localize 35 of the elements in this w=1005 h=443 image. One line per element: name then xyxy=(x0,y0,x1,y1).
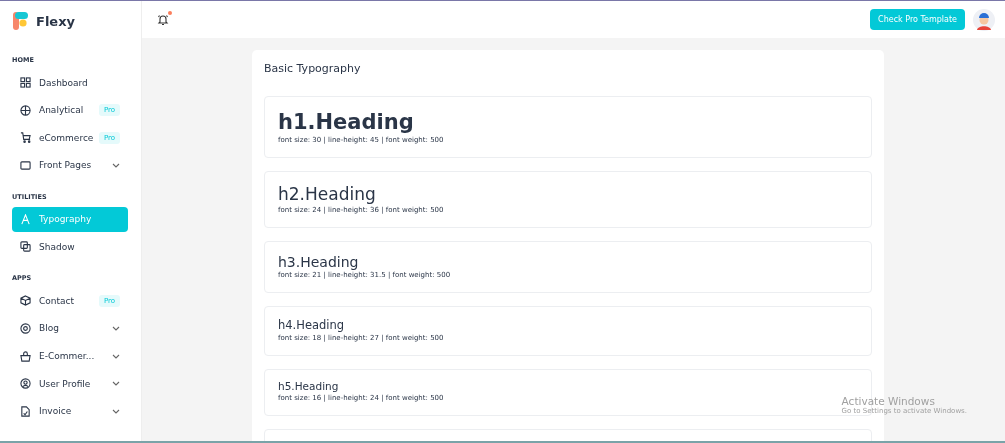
nav-item[interactable]: E-Commer... xyxy=(12,343,128,369)
chevron-down-icon xyxy=(112,353,120,359)
avatar[interactable] xyxy=(973,8,995,31)
nav-item[interactable]: Blog xyxy=(12,315,128,341)
nav-item[interactable]: Dashboard xyxy=(12,70,128,95)
nav-icon xyxy=(20,405,31,417)
brand-name: Flexy xyxy=(36,13,75,29)
heading-sample: h1.Heading xyxy=(278,110,415,136)
nav-item[interactable]: Shadow xyxy=(12,234,128,260)
activation-title: Activate Windows xyxy=(841,395,936,407)
nav-icon xyxy=(20,378,31,390)
nav-icon xyxy=(20,322,31,334)
nav-icon xyxy=(20,241,31,253)
nav-item[interactable]: Front Pages xyxy=(12,152,128,178)
nav-item[interactable]: Invoice xyxy=(12,398,128,424)
logo-icon xyxy=(13,12,29,30)
nav-icon xyxy=(20,159,31,171)
nav-icon xyxy=(20,295,31,307)
heading-sample: h2.Heading xyxy=(278,184,377,205)
nav-icon xyxy=(20,77,31,88)
chevron-down-icon xyxy=(112,381,120,387)
nav-icon xyxy=(20,350,31,362)
nav-icon xyxy=(20,132,31,144)
chevron-down-icon xyxy=(112,408,120,414)
nav-item[interactable]: User Profile xyxy=(12,371,128,397)
bell-icon xyxy=(157,13,169,26)
chevron-down-icon xyxy=(112,162,120,168)
chevron-down-icon xyxy=(112,325,120,331)
heading-sample: h3.Heading xyxy=(278,253,360,271)
nav-icon xyxy=(20,104,31,116)
nav-icon xyxy=(20,213,31,225)
heading-sample: h5.Heading xyxy=(278,380,340,393)
card-title: Basic Typography xyxy=(264,62,362,75)
notification-button[interactable] xyxy=(157,13,169,26)
heading-sample: h4.Heading xyxy=(278,319,346,334)
